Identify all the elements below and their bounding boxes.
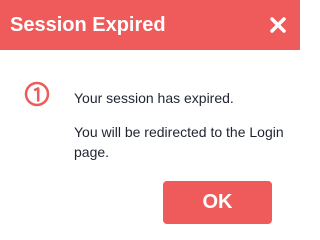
session-expired-dialog: Session Expired Your session has expired… bbox=[0, 0, 300, 236]
alert-circle-icon bbox=[24, 81, 50, 107]
message-line-2: You will be redirected to the Login page… bbox=[74, 124, 284, 160]
dialog-title: Session Expired bbox=[10, 14, 166, 36]
message-line-1: Your session has expired. bbox=[74, 90, 234, 106]
dialog-message: Your session has expired. You will be re… bbox=[74, 88, 284, 162]
close-button[interactable] bbox=[262, 9, 294, 41]
dialog-header: Session Expired bbox=[0, 0, 300, 50]
close-icon bbox=[270, 17, 286, 33]
ok-button[interactable]: OK bbox=[163, 181, 272, 224]
